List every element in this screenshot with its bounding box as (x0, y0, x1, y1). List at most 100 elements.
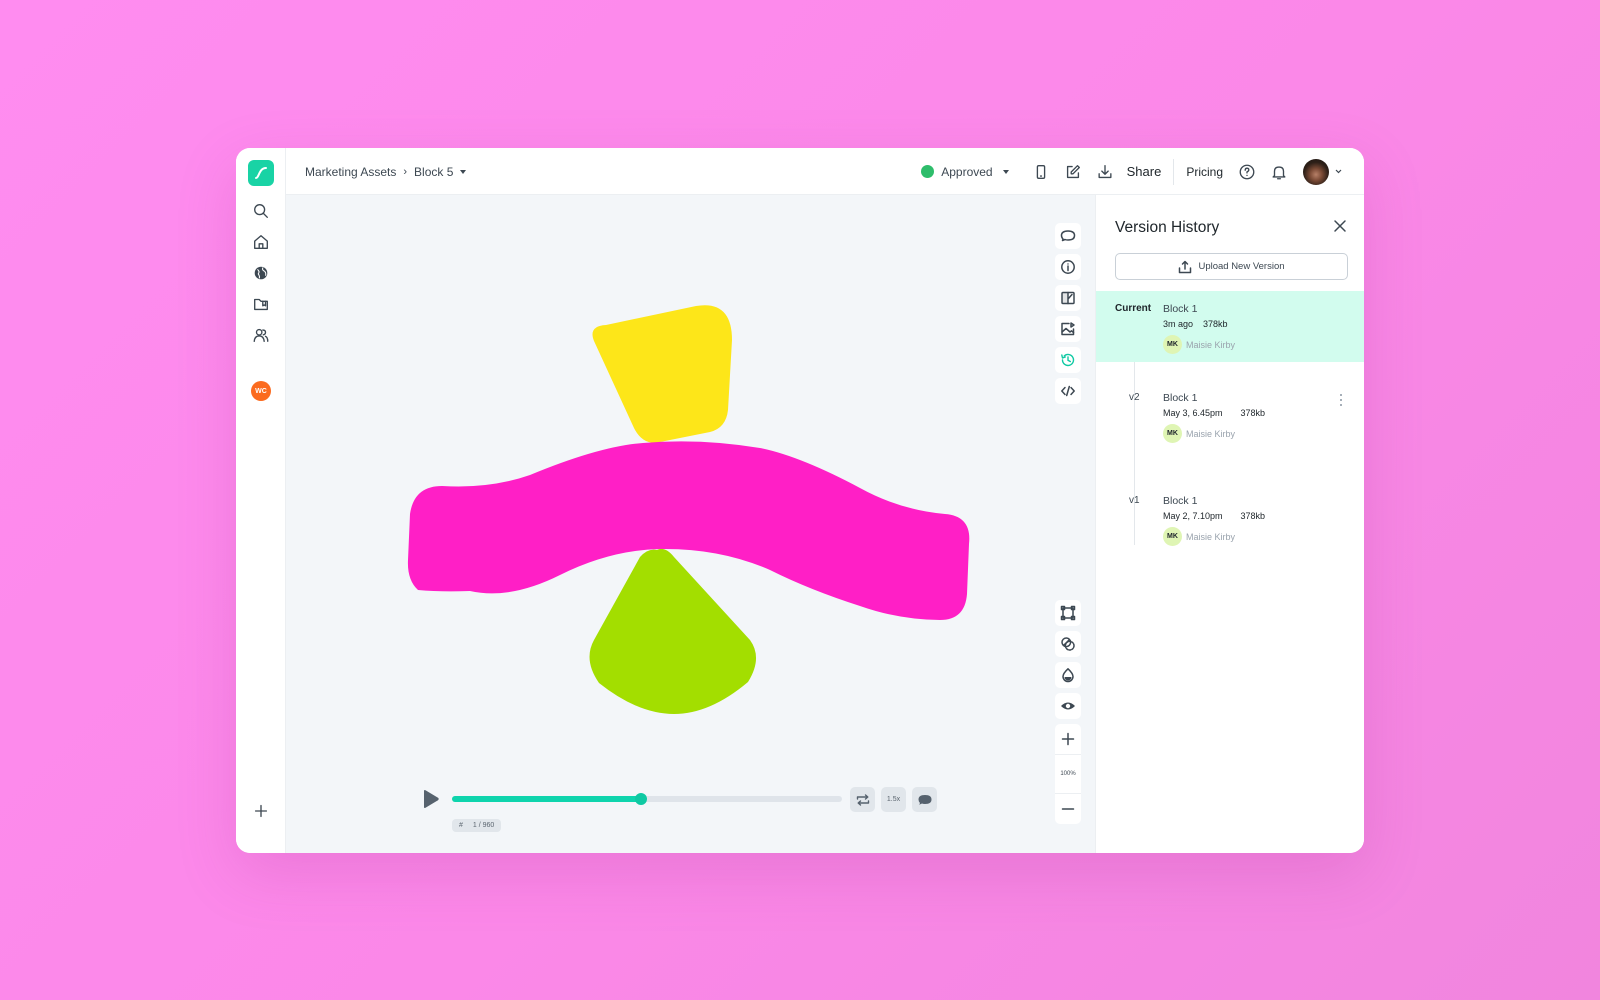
upload-icon (1179, 260, 1192, 273)
upload-new-version-button[interactable]: Upload New Version (1115, 253, 1348, 280)
author-avatar: MK (1163, 527, 1182, 546)
status-dot (921, 165, 935, 178)
version-size: 378kb (1240, 408, 1266, 418)
version-name: Block 1 (1163, 392, 1198, 404)
version-author: MK Maisie Kirby (1163, 527, 1235, 546)
code-button[interactable] (1055, 378, 1081, 404)
download-icon (1098, 164, 1112, 178)
play-button[interactable] (422, 789, 440, 809)
playback-controls: 1.5x # 1 / 960 (422, 783, 942, 843)
eye-icon (1061, 702, 1075, 710)
edit-button[interactable] (1063, 162, 1083, 182)
comments-toggle-button[interactable] (912, 787, 937, 812)
play-icon (424, 790, 439, 808)
sidebar-item-team[interactable] (251, 325, 271, 345)
version-item-v2[interactable]: v2 Block 1 May 3, 6.45pm 378kb MK Maisie… (1096, 380, 1364, 451)
home-icon (254, 235, 268, 249)
globe-icon (254, 266, 268, 280)
opacity-icon (1062, 668, 1074, 683)
sidebar-item-home[interactable] (251, 232, 271, 252)
frame-prefix: # (459, 822, 463, 829)
theme-icon (1061, 291, 1075, 305)
version-label: Current (1115, 303, 1152, 314)
bounding-box-button[interactable] (1055, 600, 1081, 626)
top-bar: Marketing Assets › Block 5 Approved Shar… (286, 148, 1364, 195)
sidebar-item-discover[interactable] (251, 263, 271, 283)
caret-down-icon[interactable] (460, 169, 467, 174)
breadcrumb-item-file[interactable]: Block 5 (414, 165, 453, 179)
more-options-button[interactable] (1338, 393, 1344, 407)
workspace-avatar[interactable]: WC (251, 381, 271, 401)
zoom-out-button[interactable] (1055, 794, 1081, 824)
author-avatar: MK (1163, 335, 1182, 354)
canvas-toolbar-bottom: 100% (1055, 600, 1081, 824)
breadcrumb: Marketing Assets › Block 5 (305, 148, 467, 195)
lottiefiles-logo-icon[interactable] (248, 160, 274, 186)
caret-down-icon (1002, 169, 1009, 174)
version-history-panel: Version History Upload New Version Curre… (1095, 195, 1364, 853)
version-meta: May 3, 6.45pm 378kb (1163, 408, 1265, 418)
version-time: 3m ago (1163, 319, 1194, 329)
timeline-scrubber[interactable] (452, 793, 842, 805)
bounding-box-icon (1060, 605, 1076, 621)
search-icon (254, 204, 268, 218)
visibility-button[interactable] (1055, 693, 1081, 719)
help-button[interactable] (1237, 162, 1257, 182)
edit-icon (1066, 164, 1080, 178)
minus-icon (1061, 808, 1075, 810)
share-button[interactable]: Share (1127, 164, 1162, 179)
version-history-button[interactable] (1055, 347, 1081, 373)
animation-artwork (407, 305, 970, 714)
frame-label: 1 / 960 (472, 822, 495, 829)
status-label: Approved (941, 164, 993, 179)
left-sidebar: WC (236, 148, 286, 853)
version-label: v2 (1129, 392, 1140, 403)
image-export-button[interactable] (1055, 316, 1081, 342)
bell-icon (1272, 165, 1286, 179)
comment-icon (1060, 230, 1076, 242)
user-avatar[interactable] (1303, 158, 1329, 185)
users-icon (253, 328, 269, 342)
comment-icon (918, 794, 931, 805)
mobile-preview-icon (1036, 164, 1045, 179)
add-button[interactable] (251, 801, 271, 821)
notifications-button[interactable] (1269, 162, 1289, 182)
timeline-progress (452, 796, 642, 802)
opacity-button[interactable] (1055, 662, 1081, 688)
plus-icon (1061, 732, 1075, 746)
download-button[interactable] (1095, 162, 1115, 182)
comments-button[interactable] (1055, 223, 1081, 249)
image-export-icon (1061, 322, 1075, 336)
version-name: Block 1 (1163, 303, 1198, 315)
version-item-current[interactable]: Current Block 1 3m ago 378kb MK Maisie K… (1096, 291, 1364, 362)
author-name: Maisie Kirby (1186, 428, 1236, 439)
canvas-toolbar-top (1055, 223, 1081, 409)
plus-icon (254, 804, 268, 818)
speed-button[interactable]: 1.5x (881, 787, 906, 812)
timeline-handle[interactable] (635, 793, 648, 805)
green-shape (589, 548, 757, 714)
mobile-preview-button[interactable] (1031, 162, 1051, 182)
zoom-in-button[interactable] (1055, 724, 1081, 754)
yellow-shape (592, 305, 732, 443)
loop-icon (856, 793, 869, 806)
status-dropdown[interactable]: Approved (921, 164, 1009, 179)
panel-title: Version History (1115, 219, 1220, 236)
animation-canvas[interactable]: 100% 1.5x # 1 / 960 (286, 195, 1095, 853)
pricing-link[interactable]: Pricing (1186, 165, 1223, 179)
version-author: MK Maisie Kirby (1163, 424, 1235, 443)
chevron-down-icon[interactable] (1335, 168, 1342, 175)
blend-icon (1061, 637, 1075, 651)
info-button[interactable] (1055, 254, 1081, 280)
close-panel-button[interactable] (1333, 219, 1347, 233)
sidebar-item-search[interactable] (251, 201, 271, 221)
version-meta: 3m ago 378kb (1163, 319, 1228, 329)
version-item-v1[interactable]: v1 Block 1 May 2, 7.10pm 378kb MK Maisie… (1096, 483, 1364, 554)
breadcrumb-item-folder[interactable]: Marketing Assets (305, 165, 396, 179)
sidebar-item-projects[interactable] (251, 294, 271, 314)
loop-button[interactable] (850, 787, 875, 812)
info-icon (1061, 260, 1075, 274)
blend-button[interactable] (1055, 631, 1081, 657)
folder-icon (254, 298, 268, 311)
theme-button[interactable] (1055, 285, 1081, 311)
